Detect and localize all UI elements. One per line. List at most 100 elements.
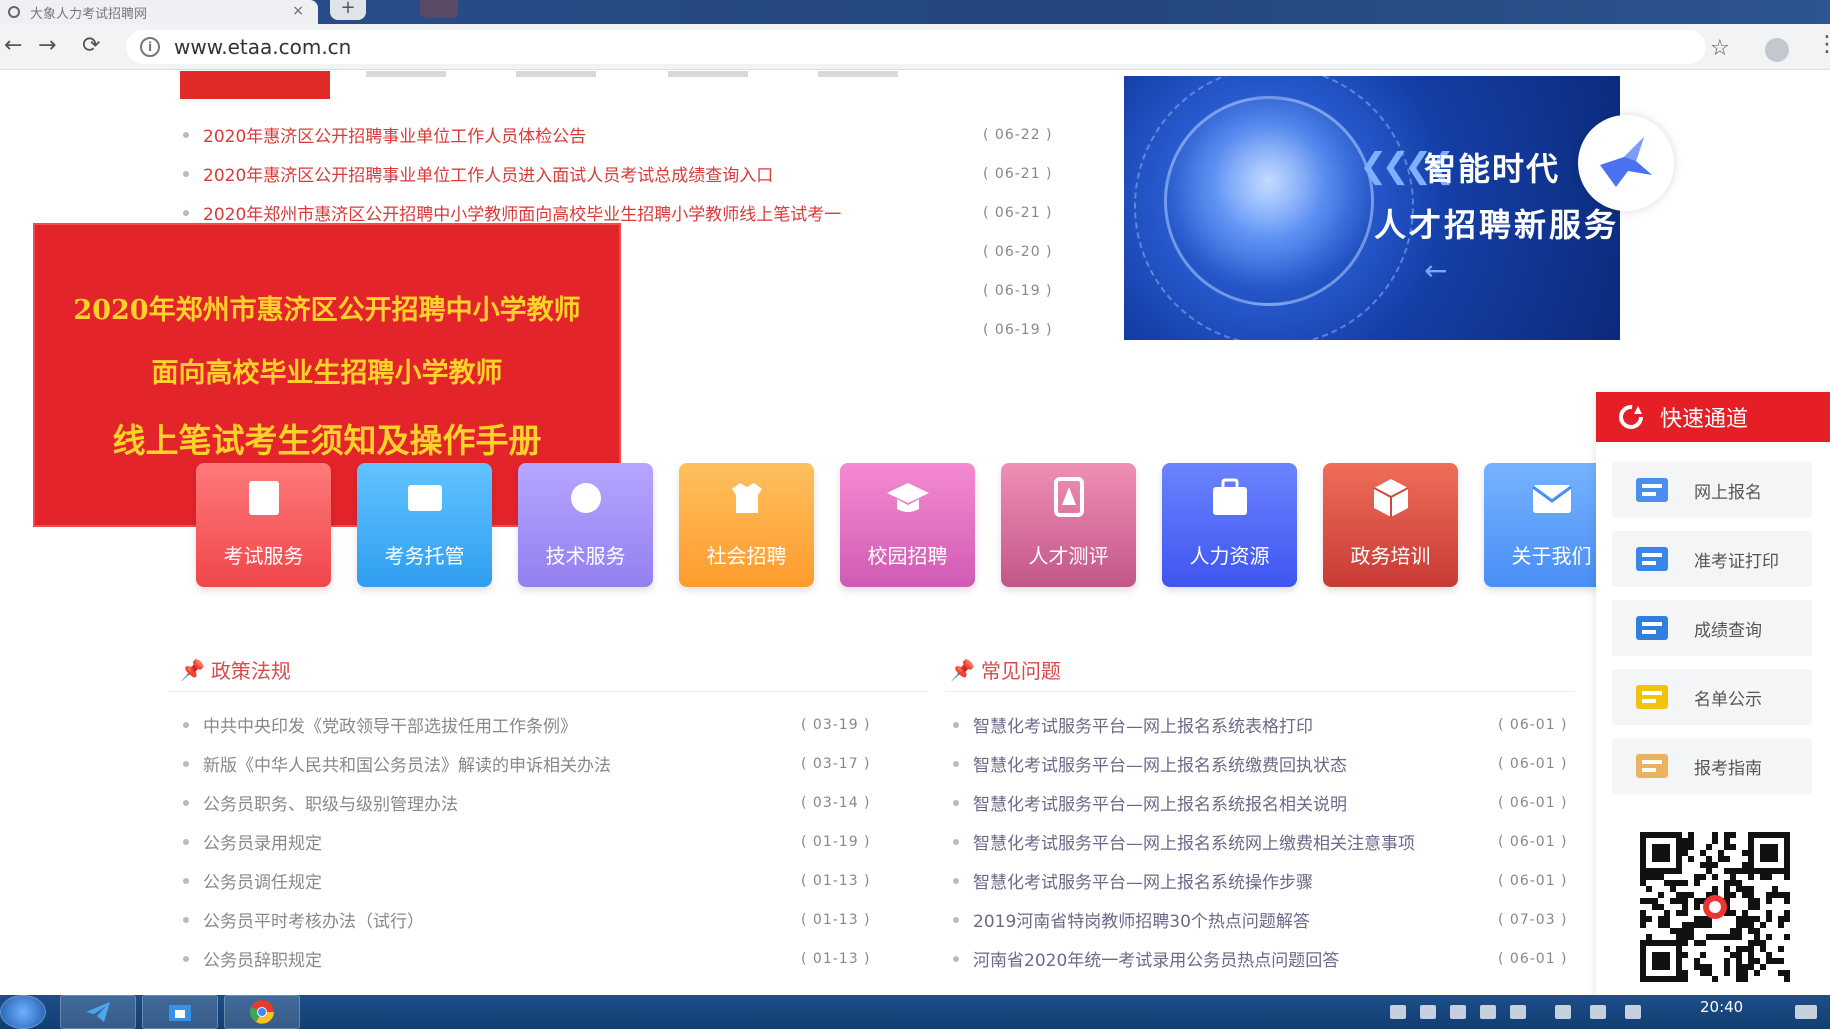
news-item[interactable]: 中共中央印发《党政领导干部选拔任用工作条例》( 03-19 ): [183, 705, 903, 744]
bullet-dot: [953, 721, 959, 728]
news-item-title[interactable]: 公务员职务、职级与级别管理办法: [203, 790, 803, 815]
service-tile[interactable]: 考务托管: [357, 463, 492, 587]
news-item-title[interactable]: 2019河南省特岗教师招聘30个热点问题解答: [973, 907, 1493, 932]
back-button[interactable]: ←: [4, 34, 22, 58]
forward-button[interactable]: →: [38, 34, 56, 58]
news-item-date: ( 06-20 ): [983, 243, 1053, 260]
news-item-title[interactable]: 智慧化考试服务平台—网上报名系统缴费回执状态: [973, 751, 1493, 776]
news-item[interactable]: 公务员辞职规定( 01-13 ): [183, 939, 903, 978]
taskbar-app-folder-icon[interactable]: [142, 995, 218, 1029]
tray-icon[interactable]: [1510, 1005, 1526, 1019]
news-item-title[interactable]: 智慧化考试服务平台—网上报名系统网上缴费相关注意事项: [973, 829, 1493, 854]
news-item[interactable]: 2020年惠济区公开招聘事业单位工作人员进入面试人员考试总成绩查询入口 ( 06-…: [183, 154, 1083, 193]
news-tab[interactable]: [818, 71, 898, 77]
online-signup-icon: [1636, 478, 1668, 502]
tab-close-icon[interactable]: ×: [292, 3, 304, 19]
news-item-title[interactable]: 公务员调任规定: [203, 868, 803, 893]
quick-channel-label: 成绩查询: [1694, 620, 1762, 641]
browser-menu-icon[interactable]: ⋮: [1816, 32, 1830, 57]
news-item[interactable]: 公务员调任规定( 01-13 ): [183, 861, 903, 900]
new-tab-button[interactable]: +: [330, 0, 366, 20]
bullet-dot: [183, 838, 189, 845]
tray-icon[interactable]: [1420, 1005, 1436, 1019]
person-query-icon: [1636, 616, 1668, 640]
briefcase-icon: [1207, 475, 1253, 521]
news-item-date: ( 06-01 ): [1498, 872, 1568, 889]
service-tile[interactable]: 政务培训: [1323, 463, 1458, 587]
quick-channel-item[interactable]: 网上报名: [1612, 462, 1812, 518]
tray-icon[interactable]: [1450, 1005, 1466, 1019]
news-item-title[interactable]: 智慧化考试服务平台—网上报名系统操作步骤: [973, 868, 1493, 893]
news-item-title[interactable]: 2020年惠济区公开招聘事业单位工作人员进入面试人员考试总成绩查询入口: [203, 161, 933, 186]
pin-icon: 📌: [180, 657, 205, 682]
news-item-title[interactable]: 公务员辞职规定: [203, 946, 803, 971]
exam-icon: [241, 475, 287, 521]
news-item[interactable]: 河南省2020年统一考试录用公务员热点问题回答 ( 06-01 ): [953, 939, 1593, 978]
news-item-date: ( 03-19 ): [801, 716, 871, 733]
news-tab[interactable]: [366, 71, 446, 77]
service-tile[interactable]: 社会招聘: [679, 463, 814, 587]
news-item[interactable]: 智慧化考试服务平台—网上报名系统报名相关说明 ( 06-01 ): [953, 783, 1593, 822]
news-item-title[interactable]: 公务员录用规定: [203, 829, 803, 854]
news-item[interactable]: 2020年惠济区公开招聘事业单位工作人员体检公告 ( 06-22 ): [183, 115, 1083, 154]
taskbar-app-chrome-icon[interactable]: [224, 995, 300, 1029]
news-item-date: ( 01-13 ): [801, 950, 871, 967]
bullet-dot: [183, 916, 189, 923]
news-item-title[interactable]: 中共中央印发《党政领导干部选拔任用工作条例》: [203, 712, 803, 737]
favicon-icon: [8, 6, 20, 18]
news-item-title[interactable]: 新版《中华人民共和国公务员法》解读的申诉相关办法: [203, 751, 803, 776]
bookmark-star-icon[interactable]: ☆: [1710, 36, 1730, 61]
quick-channel-item[interactable]: 准考证打印: [1612, 531, 1812, 587]
news-item[interactable]: 智慧化考试服务平台—网上报名系统缴费回执状态 ( 06-01 ): [953, 744, 1593, 783]
news-item[interactable]: 新版《中华人民共和国公务员法》解读的申诉相关办法( 03-17 ): [183, 744, 903, 783]
news-item[interactable]: 公务员录用规定( 01-19 ): [183, 822, 903, 861]
news-item[interactable]: 智慧化考试服务平台—网上报名系统表格打印 ( 06-01 ): [953, 705, 1593, 744]
site-info-icon[interactable]: i: [140, 37, 160, 57]
news-tab[interactable]: [668, 71, 748, 77]
tray-icon[interactable]: [1480, 1005, 1496, 1019]
news-item-title[interactable]: 2020年郑州市惠济区公开招聘中小学教师面向高校毕业生招聘小学教师线上笔试考一: [203, 200, 933, 225]
bullet-dot: [953, 877, 959, 884]
news-item[interactable]: 智慧化考试服务平台—网上报名系统网上缴费相关注意事项 ( 06-01 ): [953, 822, 1593, 861]
service-tile[interactable]: 考试服务: [196, 463, 331, 587]
quick-channel-item[interactable]: 成绩查询: [1612, 600, 1812, 656]
news-item-title[interactable]: 智慧化考试服务平台—网上报名系统报名相关说明: [973, 790, 1493, 815]
url-text[interactable]: www.etaa.com.cn: [174, 35, 351, 59]
reload-button[interactable]: ⟳: [82, 34, 100, 58]
service-tile[interactable]: 校园招聘: [840, 463, 975, 587]
service-tile[interactable]: 技术服务: [518, 463, 653, 587]
notification-icon[interactable]: [1795, 1005, 1817, 1019]
printer-icon: [1636, 547, 1668, 571]
news-item-date: ( 06-22 ): [983, 126, 1053, 143]
service-tile[interactable]: 人才测评: [1001, 463, 1136, 587]
box-icon: [1368, 475, 1414, 521]
news-item-title[interactable]: 2020年惠济区公开招聘事业单位工作人员体检公告: [203, 122, 933, 147]
address-bar[interactable]: i www.etaa.com.cn: [126, 30, 1706, 64]
news-item[interactable]: 公务员职务、职级与级别管理办法( 03-14 ): [183, 783, 903, 822]
start-button-icon[interactable]: [0, 995, 46, 1029]
qr-code: [1640, 832, 1790, 982]
quick-channel-item[interactable]: 报考指南: [1612, 738, 1812, 794]
news-tab[interactable]: [516, 71, 596, 77]
browser-tab[interactable]: 大象人力考试招聘网 ×: [0, 0, 318, 24]
tab-title: 大象人力考试招聘网: [30, 6, 148, 22]
news-item-title[interactable]: 公务员平时考核办法（试行）: [203, 907, 803, 932]
tray-icon[interactable]: [1390, 1005, 1406, 1019]
quick-channel-item[interactable]: 名单公示: [1612, 669, 1812, 725]
hero-banner[interactable]: ❮❮❮❮ 智能时代 人才招聘新服务 ←: [1124, 76, 1620, 340]
profile-avatar[interactable]: [1765, 38, 1789, 62]
news-item[interactable]: 公务员平时考核办法（试行）( 01-13 ): [183, 900, 903, 939]
taskbar-app-telegram-icon[interactable]: [60, 995, 136, 1029]
taskbar-clock[interactable]: 20:40: [1700, 998, 1743, 1016]
news-item-date: ( 01-13 ): [801, 911, 871, 928]
network-icon[interactable]: [1590, 1005, 1606, 1019]
flag-icon[interactable]: [1625, 1005, 1641, 1019]
envelope-icon: [1529, 475, 1575, 521]
news-item[interactable]: 智慧化考试服务平台—网上报名系统操作步骤 ( 06-01 ): [953, 861, 1593, 900]
news-tab-active[interactable]: [180, 71, 330, 99]
service-tile[interactable]: 人力资源: [1162, 463, 1297, 587]
news-item-title[interactable]: 河南省2020年统一考试录用公务员热点问题回答: [973, 946, 1493, 971]
news-item[interactable]: 2019河南省特岗教师招聘30个热点问题解答 ( 07-03 ): [953, 900, 1593, 939]
news-item-title[interactable]: 智慧化考试服务平台—网上报名系统表格打印: [973, 712, 1493, 737]
volume-icon[interactable]: [1555, 1005, 1571, 1019]
